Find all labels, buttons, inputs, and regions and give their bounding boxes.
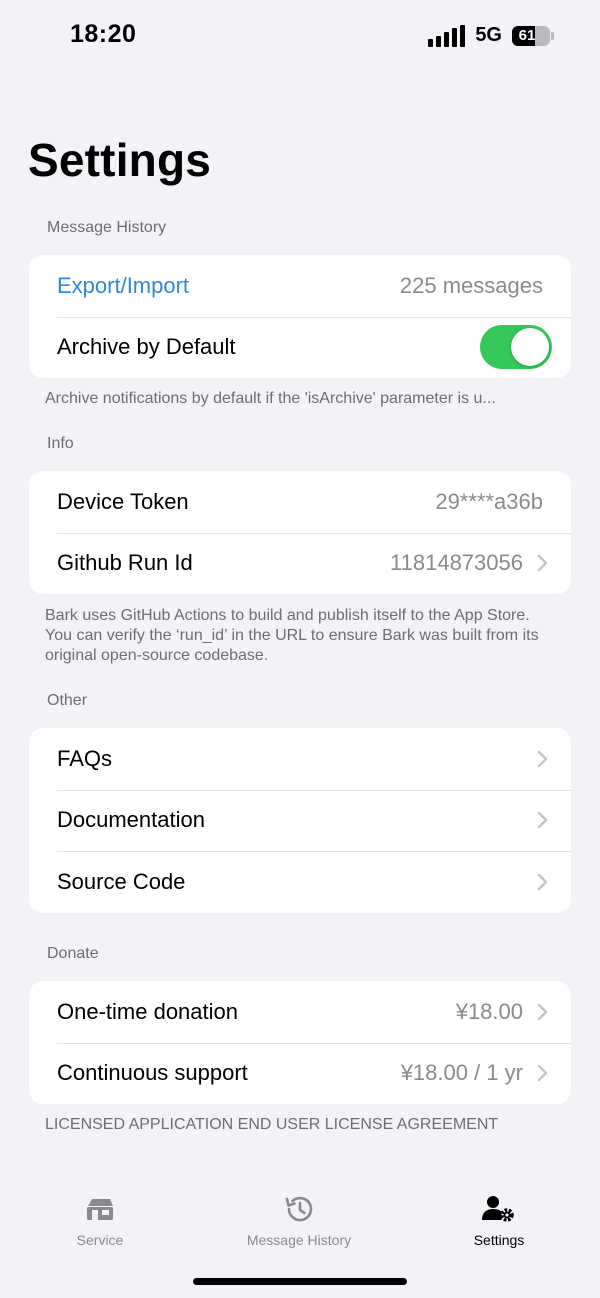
- source-code-row[interactable]: Source Code: [29, 851, 571, 913]
- export-import-row[interactable]: Export/Import 225 messages: [29, 255, 571, 317]
- network-type: 5G: [475, 24, 502, 46]
- continuous-support-price: ¥18.00 / 1 yr: [400, 1060, 523, 1086]
- github-run-id-row[interactable]: Github Run Id 11814873056: [29, 532, 571, 595]
- message-history-card: Export/Import 225 messages Archive by De…: [29, 255, 571, 378]
- chevron-right-icon: [537, 873, 549, 891]
- tab-settings-label: Settings: [473, 1232, 525, 1248]
- source-code-label: Source Code: [57, 868, 186, 894]
- chevron-right-icon: [537, 1064, 549, 1082]
- archive-by-default-row: Archive by Default: [29, 316, 571, 379]
- battery-level: 61: [512, 25, 550, 46]
- continuous-support-row[interactable]: Continuous support ¥18.00 / 1 yr: [29, 1042, 571, 1105]
- faqs-row[interactable]: FAQs: [29, 728, 571, 790]
- service-icon: [84, 1192, 116, 1226]
- info-card: Device Token 29****a36b Github Run Id 11…: [29, 471, 571, 594]
- page-title: Settings: [28, 134, 212, 186]
- documentation-row[interactable]: Documentation: [29, 789, 571, 852]
- one-time-donation-label: One-time donation: [57, 998, 238, 1024]
- documentation-label: Documentation: [57, 807, 205, 833]
- chevron-right-icon: [537, 750, 549, 768]
- tab-service[interactable]: Service: [10, 1192, 190, 1248]
- eula-link[interactable]: LICENSED APPLICATION END USER LICENSE AG…: [45, 1115, 556, 1135]
- other-card: FAQs Documentation Source Code: [29, 728, 571, 913]
- donate-card: One-time donation ¥18.00 Continuous supp…: [29, 981, 571, 1104]
- one-time-donation-price: ¥18.00: [455, 998, 523, 1024]
- device-token-value: 29****a36b: [435, 488, 543, 514]
- chevron-right-icon: [537, 1003, 549, 1021]
- tab-settings[interactable]: Settings: [409, 1192, 589, 1248]
- status-indicators: 5G 61: [428, 24, 554, 47]
- section-header-message-history: Message History: [47, 219, 167, 236]
- section-header-info: Info: [47, 435, 74, 452]
- export-import-link[interactable]: Export/Import: [57, 273, 400, 299]
- signal-icon: [428, 24, 466, 47]
- toggle-knob: [511, 328, 549, 367]
- info-footer-note: Bark uses GitHub Actions to build and pu…: [45, 607, 539, 664]
- tab-message-history-label: Message History: [246, 1232, 352, 1248]
- home-indicator[interactable]: [193, 1278, 407, 1285]
- settings-screen: 18:20 5G 61 Settings Message History Exp…: [0, 0, 600, 1298]
- archive-by-default-label: Archive by Default: [57, 334, 236, 360]
- archive-footer-note: Archive notifications by default if the …: [45, 390, 496, 407]
- github-run-id-label: Github Run Id: [57, 550, 193, 576]
- continuous-support-label: Continuous support: [57, 1060, 248, 1086]
- chevron-right-icon: [537, 554, 549, 572]
- faqs-label: FAQs: [57, 745, 113, 771]
- status-bar: 18:20 5G 61: [0, 0, 600, 72]
- history-icon: [283, 1192, 315, 1226]
- device-token-label: Device Token: [57, 488, 189, 514]
- tab-service-label: Service: [76, 1232, 124, 1248]
- one-time-donation-row[interactable]: One-time donation ¥18.00: [29, 981, 571, 1043]
- message-count: 225 messages: [399, 272, 543, 298]
- tab-message-history[interactable]: Message History: [209, 1192, 389, 1248]
- tab-bar: Service Message History Settings: [0, 1180, 600, 1260]
- section-header-other: Other: [47, 692, 88, 709]
- archive-by-default-toggle[interactable]: [480, 325, 552, 370]
- chevron-right-icon: [537, 811, 549, 829]
- section-header-donate: Donate: [47, 945, 99, 962]
- person-gear-icon: [482, 1192, 516, 1226]
- device-token-row[interactable]: Device Token 29****a36b: [29, 471, 571, 533]
- github-run-id-value: 11814873056: [390, 550, 523, 576]
- status-time: 18:20: [70, 20, 137, 48]
- battery-icon: 61: [512, 25, 554, 46]
